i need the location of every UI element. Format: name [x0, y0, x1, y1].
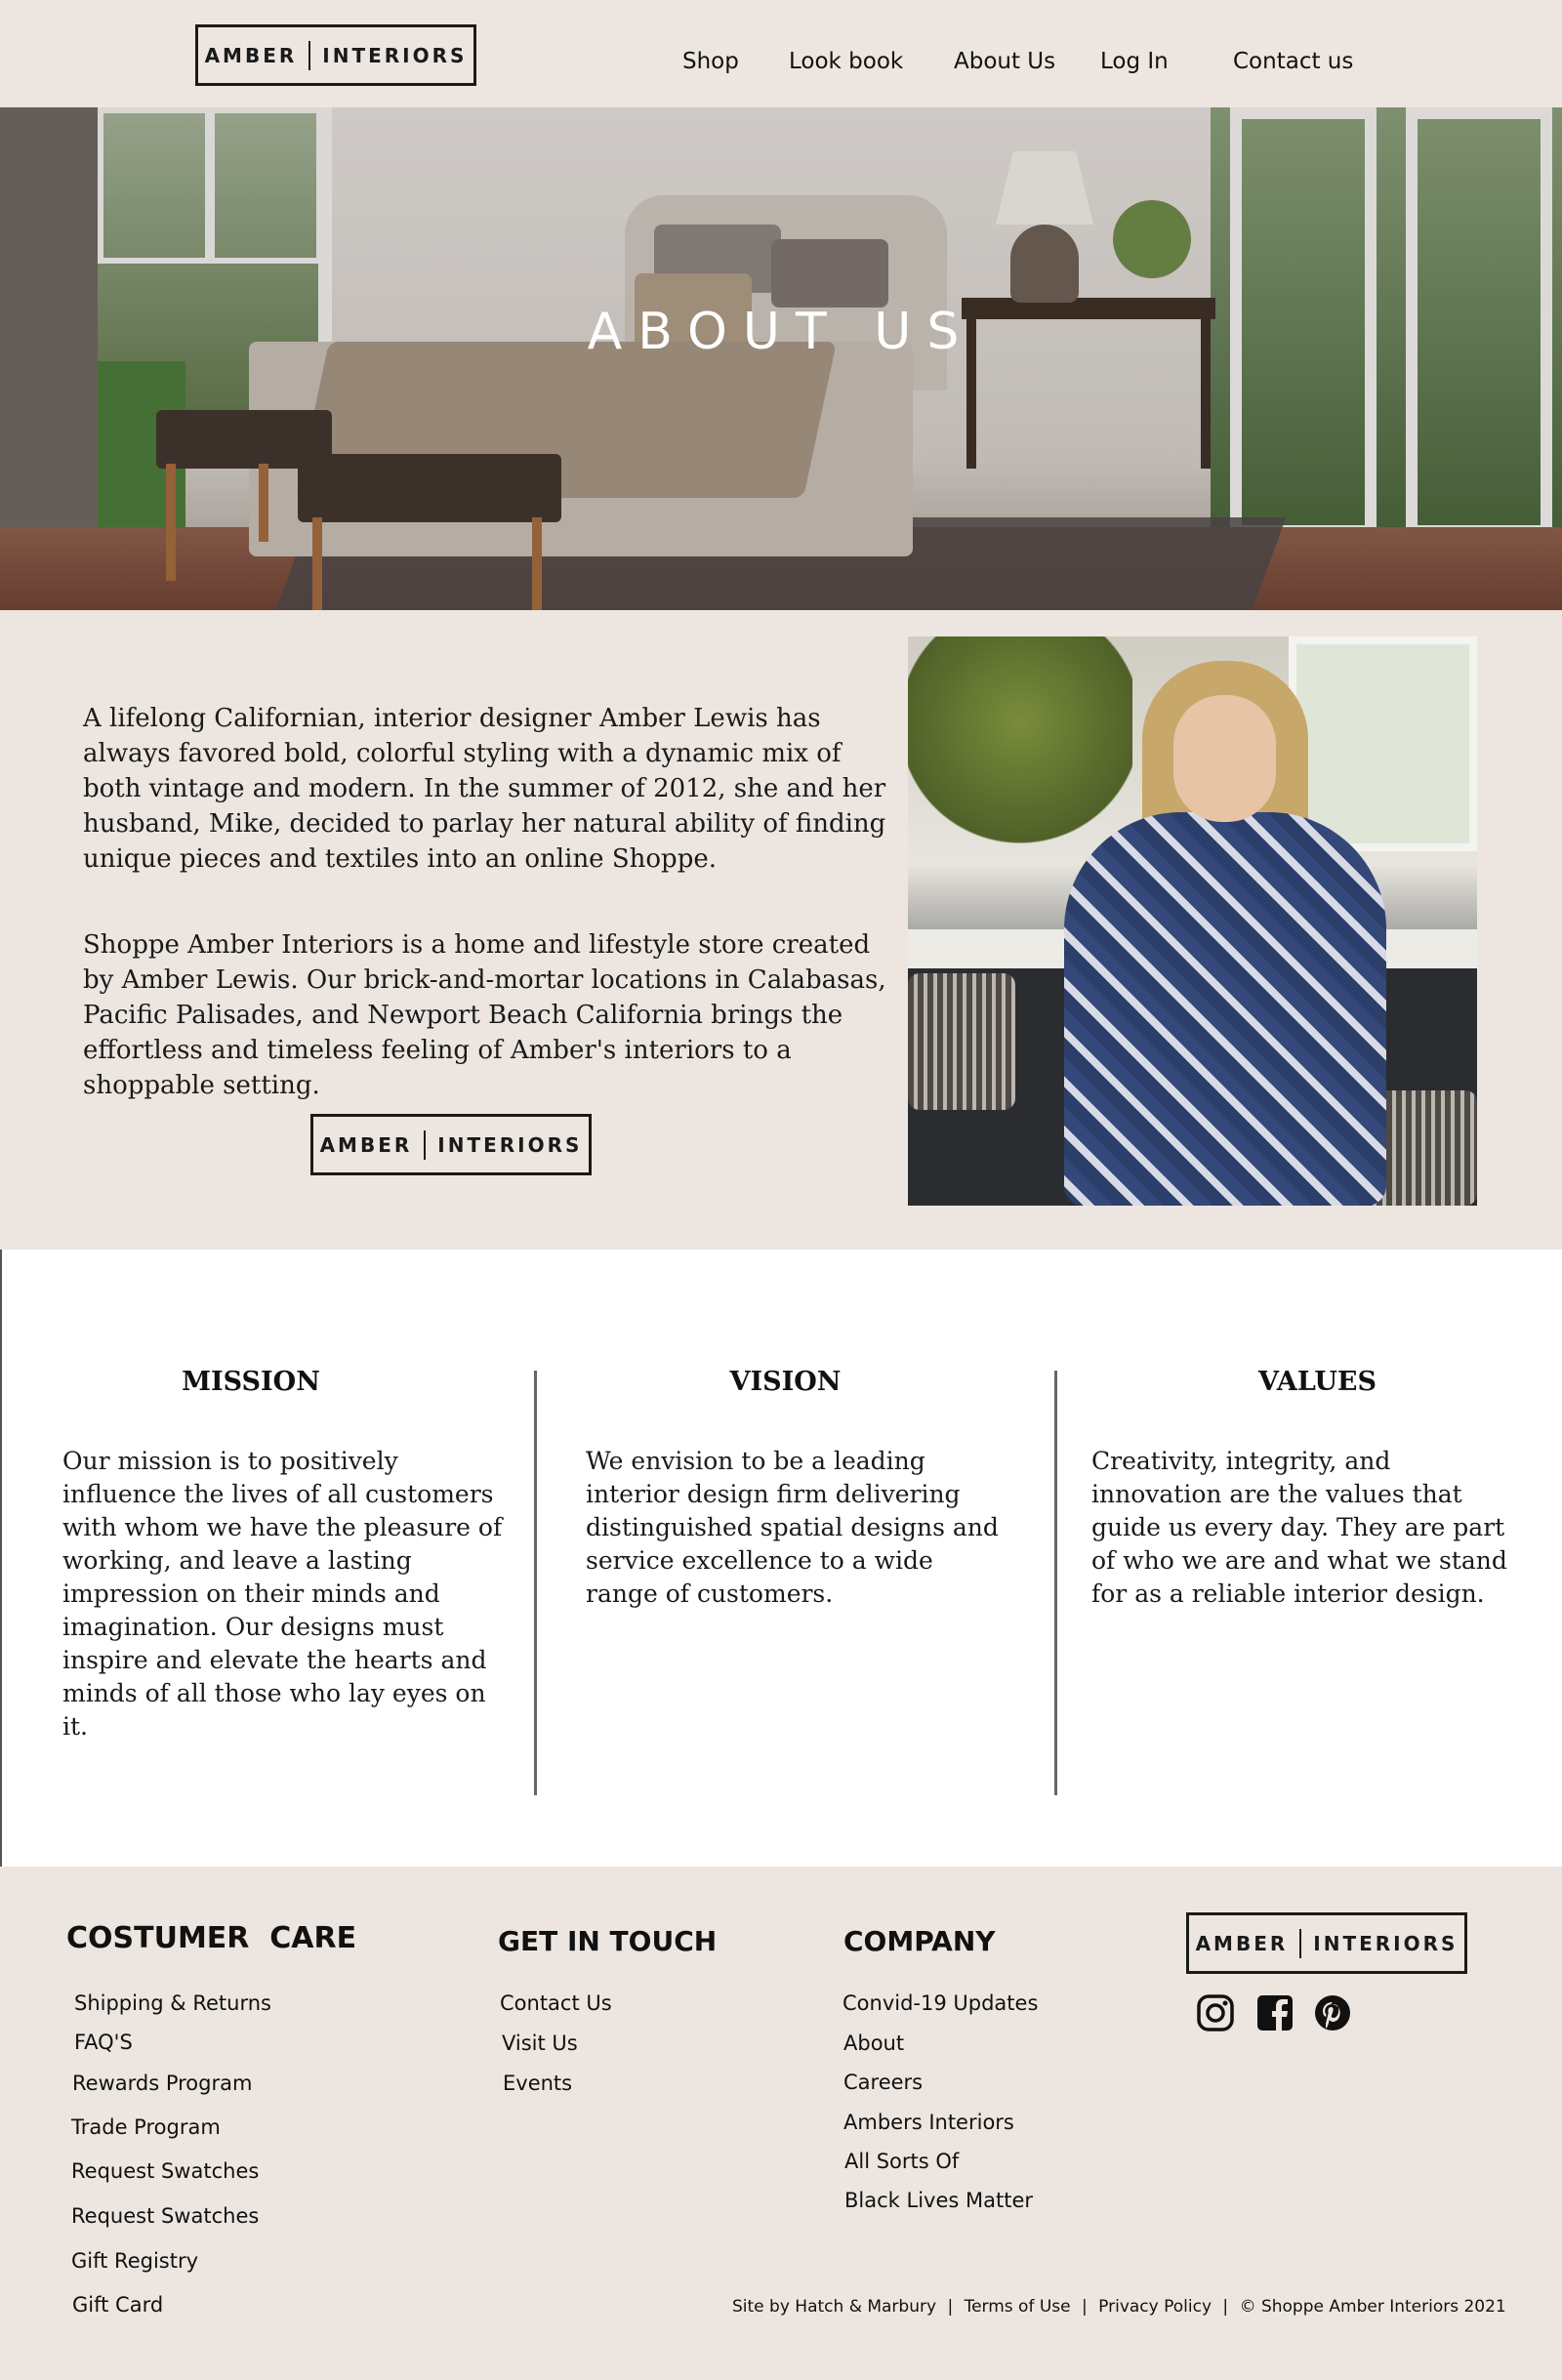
logo-divider — [424, 1129, 427, 1160]
logo-right-text: INTERIORS — [1313, 1931, 1459, 1955]
vision-title: VISION — [729, 1367, 842, 1397]
footer-logo[interactable]: AMBER INTERIORS — [1186, 1912, 1467, 1974]
hero-title: ABOUT US — [587, 303, 975, 361]
credits-privacy-policy[interactable]: Privacy Policy — [1098, 2297, 1212, 2317]
credits-separator: | — [1082, 2297, 1088, 2317]
portrait-chair — [908, 973, 1015, 1110]
about-paragraph-1: A lifelong Californian, interior designe… — [83, 704, 886, 874]
values-title: VALUES — [1258, 1367, 1377, 1397]
hero-banner: ABOUT US — [0, 107, 1562, 610]
footer-link-covid-updates[interactable]: Convid-19 Updates — [843, 1991, 1038, 2015]
column-divider — [534, 1371, 537, 1795]
logo-left-text: AMBER — [204, 43, 298, 67]
footer-link-shipping-returns[interactable]: Shipping & Returns — [74, 1991, 271, 2015]
footer-heading-customer-care: COSTUMER CARE — [66, 1921, 357, 1955]
mission-title: MISSION — [182, 1367, 320, 1397]
footer-link-request-swatches[interactable]: Request Swatches — [71, 2159, 259, 2183]
footer-link-trade-program[interactable]: Trade Program — [71, 2115, 221, 2139]
footer-link-contact-us[interactable]: Contact Us — [500, 1991, 612, 2015]
nav-shop[interactable]: Shop — [682, 49, 739, 74]
logo-left-text: AMBER — [1195, 1931, 1289, 1955]
nav-about-us[interactable]: About Us — [954, 49, 1055, 74]
site-header: AMBER INTERIORS Shop Look book About Us … — [0, 0, 1562, 107]
footer-link-careers[interactable]: Careers — [843, 2071, 923, 2094]
footer-heading-get-in-touch: GET IN TOUCH — [498, 1925, 718, 1957]
nav-contact-us[interactable]: Contact us — [1233, 49, 1353, 74]
header-logo[interactable]: AMBER INTERIORS — [195, 24, 476, 86]
portrait-face — [1173, 695, 1276, 822]
nav-log-in[interactable]: Log In — [1100, 49, 1169, 74]
footer-link-black-lives-matter[interactable]: Black Lives Matter — [844, 2189, 1033, 2212]
site-footer: COSTUMER CARE Shipping & Returns FAQ'S R… — [0, 1867, 1562, 2380]
footer-credits: Site by Hatch & Marbury | Terms of Use |… — [732, 2297, 1506, 2317]
logo-divider — [1299, 1928, 1302, 1958]
footer-link-visit-us[interactable]: Visit Us — [502, 2031, 578, 2055]
footer-link-rewards-program[interactable]: Rewards Program — [72, 2072, 252, 2095]
nav-look-book[interactable]: Look book — [789, 49, 903, 74]
logo-right-text: INTERIORS — [437, 1132, 583, 1157]
facebook-icon[interactable] — [1255, 1993, 1295, 2032]
mission-vision-values: MISSION Our mission is to positively inf… — [0, 1250, 1562, 1867]
credits-terms-of-use[interactable]: Terms of Use — [965, 2297, 1071, 2317]
logo-right-text: INTERIORS — [322, 43, 468, 67]
values-text: Creativity, integrity, and innovation ar… — [1091, 1447, 1507, 1608]
footer-link-events[interactable]: Events — [503, 2072, 572, 2095]
footer-link-request-swatches[interactable]: Request Swatches — [71, 2204, 259, 2228]
portrait-window — [1289, 636, 1477, 851]
portrait-dress — [1064, 812, 1386, 1206]
logo-left-text: AMBER — [319, 1132, 413, 1157]
about-paragraph-2: Shoppe Amber Interiors is a home and lif… — [83, 930, 886, 1100]
footer-link-all-sorts-of[interactable]: All Sorts Of — [844, 2150, 959, 2173]
footer-link-about[interactable]: About — [843, 2031, 904, 2055]
about-section: A lifelong Californian, interior designe… — [0, 610, 1562, 1250]
about-logo: AMBER INTERIORS — [310, 1114, 592, 1175]
footer-link-ambers-interiors[interactable]: Ambers Interiors — [843, 2111, 1014, 2134]
credits-site-by[interactable]: Site by Hatch & Marbury — [732, 2297, 936, 2317]
pinterest-icon[interactable] — [1313, 1993, 1352, 2032]
portrait-plant — [908, 636, 1132, 851]
logo-divider — [308, 40, 311, 70]
mission-text: Our mission is to positively influence t… — [62, 1447, 503, 1741]
credits-copyright: © Shoppe Amber Interiors 2021 — [1239, 2297, 1506, 2317]
instagram-icon[interactable] — [1196, 1993, 1235, 2032]
credits-separator: | — [947, 2297, 954, 2317]
footer-heading-company: COMPANY — [843, 1925, 996, 1957]
amber-lewis-portrait — [908, 636, 1477, 1206]
footer-link-gift-registry[interactable]: Gift Registry — [71, 2249, 198, 2273]
credits-separator: | — [1222, 2297, 1229, 2317]
column-divider — [1054, 1371, 1057, 1795]
vision-text: We envision to be a leading interior des… — [586, 1447, 999, 1608]
footer-link-gift-card[interactable]: Gift Card — [72, 2293, 163, 2317]
footer-link-faqs[interactable]: FAQ'S — [74, 2031, 133, 2054]
